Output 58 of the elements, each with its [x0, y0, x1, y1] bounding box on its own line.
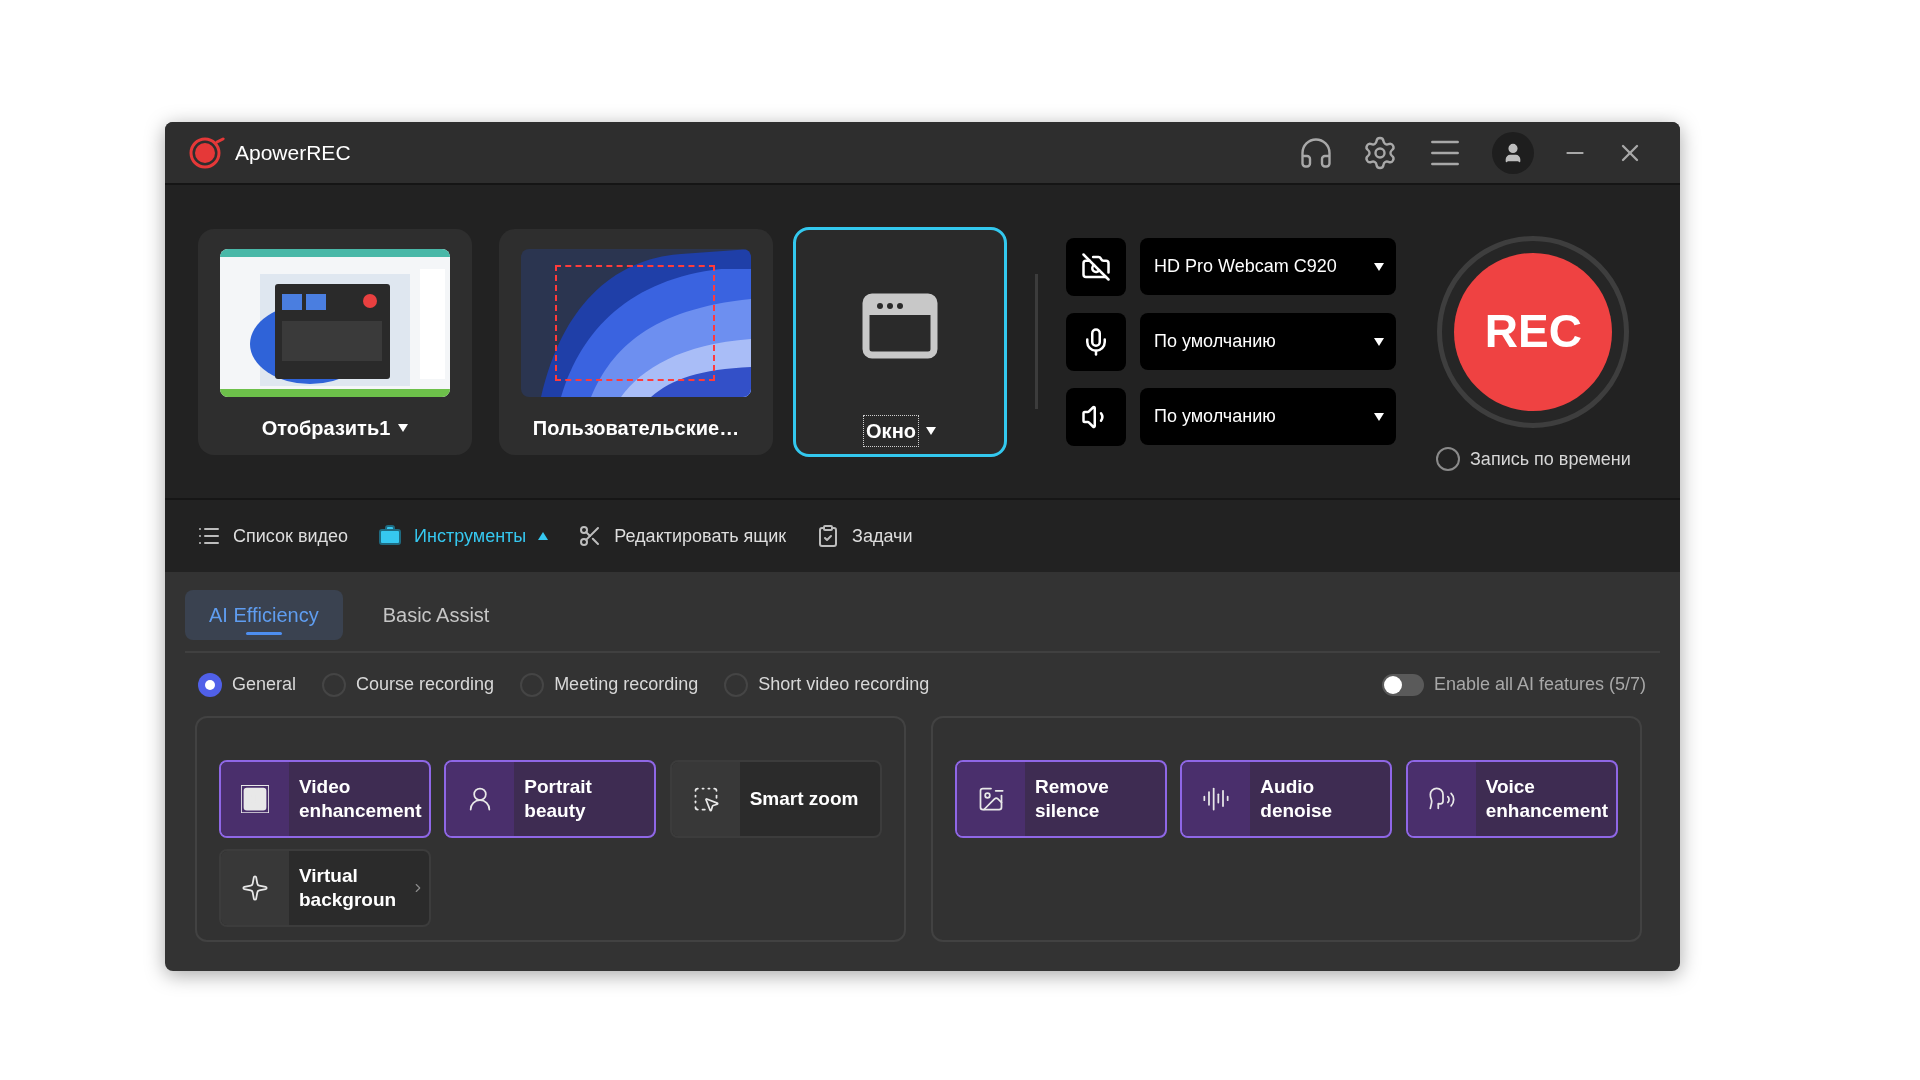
feature-label: Portrait beauty — [524, 775, 592, 823]
avatar-button[interactable] — [1492, 131, 1534, 174]
radio-label: Short video recording — [758, 673, 930, 696]
caret-icon — [398, 423, 409, 432]
caret-icon — [1374, 337, 1384, 346]
toolbar-item[interactable]: Список видео — [197, 522, 349, 550]
briefcase-icon — [378, 524, 403, 548]
image-icon — [977, 785, 1005, 813]
feature-card[interactable]: Portrait beauty — [444, 760, 657, 838]
capture-mode-label: Окно — [864, 415, 918, 446]
window-icon — [862, 292, 938, 359]
toolbar-item[interactable]: Задачи — [816, 522, 913, 550]
timer-label: Запись по времени — [1470, 447, 1631, 471]
feature-card[interactable]: Audio denoise — [1180, 760, 1393, 838]
toolbar-item[interactable]: Редактировать ящик — [578, 522, 787, 550]
feature-label: Smart zoom — [749, 787, 859, 811]
settings-icon[interactable] — [1362, 134, 1398, 171]
sparkle-icon — [241, 874, 269, 902]
selection-frame[interactable] — [555, 264, 715, 381]
device-dropdown[interactable]: По умолчанию — [1140, 388, 1396, 445]
feature-card[interactable]: Virtual backgroun — [219, 849, 431, 927]
radio-label: General — [232, 673, 297, 696]
capture-mode-card[interactable]: Отобразить1 — [198, 228, 472, 455]
capture-mode-label: Пользовательские… — [532, 415, 740, 441]
device-toggle[interactable] — [1066, 387, 1126, 446]
caret-icon — [1374, 412, 1384, 421]
toggle-switch[interactable] — [1381, 673, 1424, 696]
feature-card[interactable]: Remove silence — [955, 760, 1167, 838]
device-toggle[interactable] — [1066, 312, 1126, 371]
capture-mode-card[interactable]: Окно — [793, 226, 1007, 457]
device-dropdown[interactable]: HD Pro Webcam C920 — [1140, 238, 1396, 295]
timer-checkbox[interactable] — [1436, 447, 1460, 471]
toolbar-item[interactable]: Инструменты — [378, 522, 549, 550]
feature-label: Audio denoise — [1260, 775, 1333, 823]
device-toggle[interactable] — [1066, 237, 1126, 296]
capture-mode-card[interactable]: Пользовательские… — [499, 228, 773, 455]
tab[interactable]: AI Efficiency — [185, 590, 343, 640]
camera-off-icon — [1081, 251, 1111, 282]
radio-label: Course recording — [356, 673, 495, 696]
caret-icon — [538, 532, 549, 540]
tab[interactable]: Basic Assist — [358, 590, 514, 640]
toggle-label: Enable all AI features (5/7) — [1433, 673, 1646, 696]
device-dropdown[interactable]: По умолчанию — [1140, 313, 1396, 370]
radio-button[interactable] — [198, 672, 222, 697]
feature-card[interactable]: Smart zoom — [669, 760, 882, 838]
feature-label: Video enhancement — [299, 775, 422, 823]
feature-card[interactable]: Voice enhancement — [1405, 760, 1618, 838]
caret-icon — [1374, 262, 1384, 271]
capture-mode-label: Отобразить1 — [261, 415, 391, 441]
feature-label: Remove silence — [1035, 775, 1109, 823]
waveform-icon — [1202, 785, 1231, 813]
rec-button[interactable]: REC — [1454, 252, 1613, 411]
feature-label: Virtual backgroun — [299, 864, 397, 912]
radio-label: Meeting recording — [554, 673, 699, 696]
caret-icon — [925, 426, 936, 435]
feature-card[interactable]: Video enhancement — [219, 760, 431, 838]
feature-label: Voice enhancement — [1485, 775, 1609, 823]
window-title: ApowerREC — [235, 139, 351, 166]
